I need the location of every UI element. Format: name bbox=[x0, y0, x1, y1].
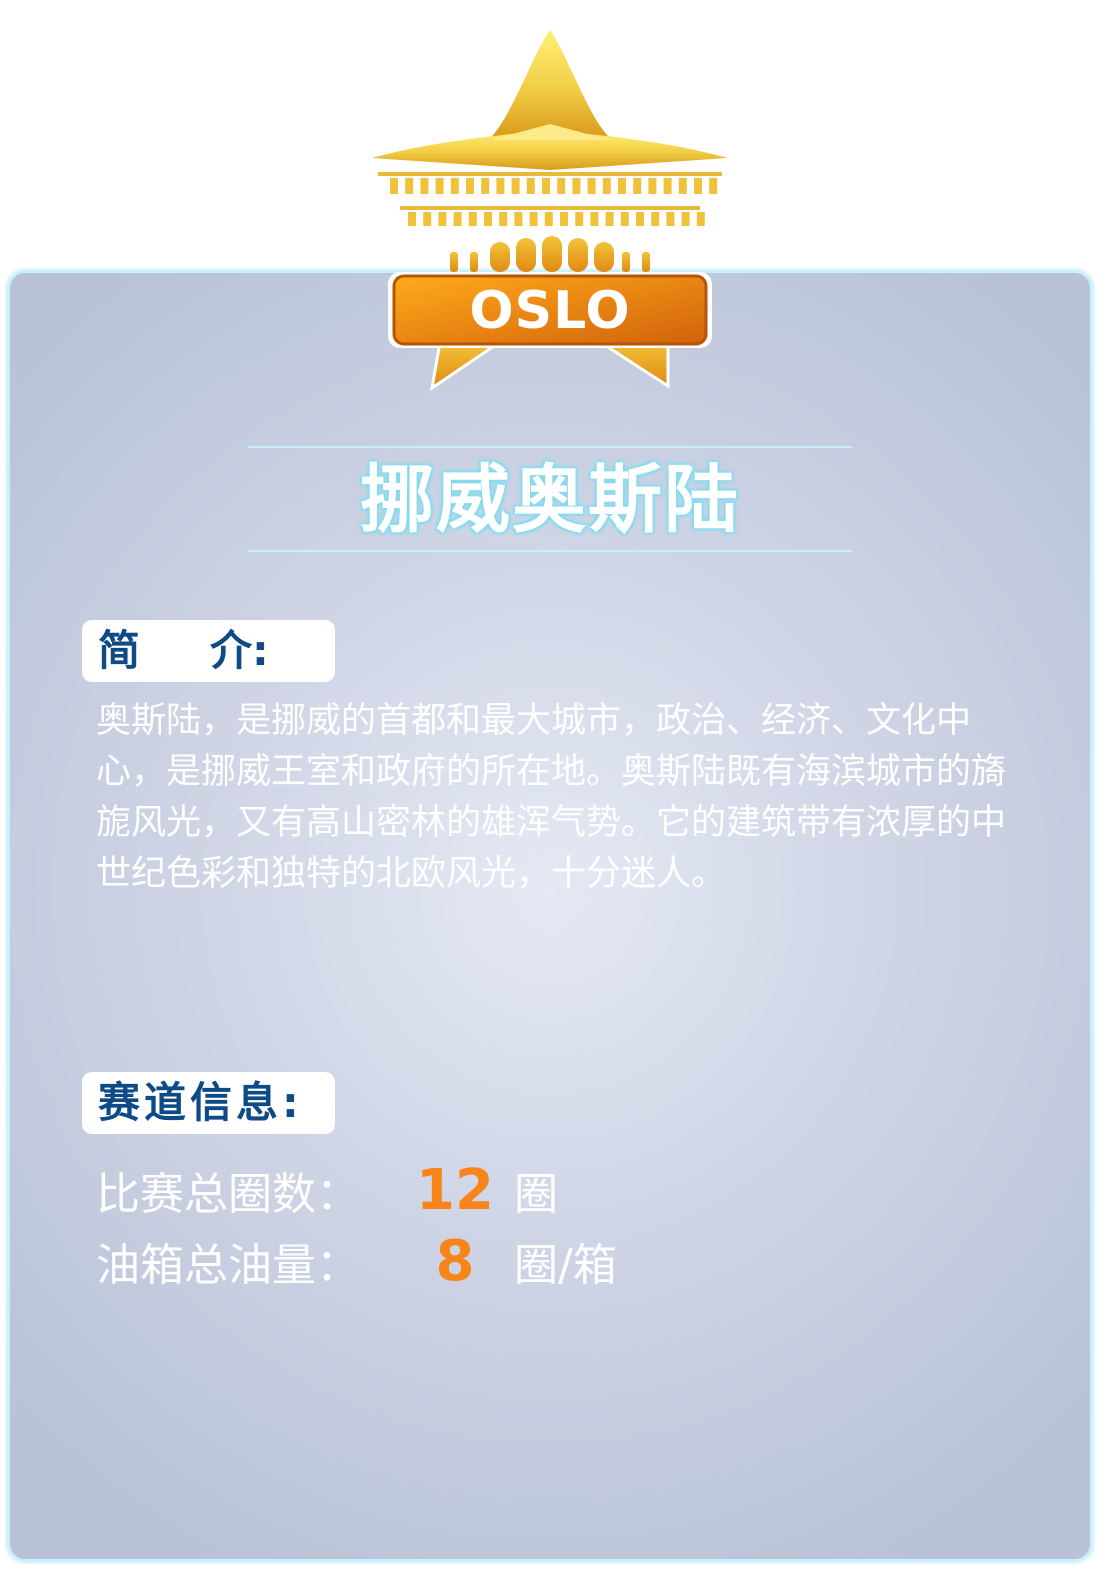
fuel-capacity-value: 8 bbox=[435, 1229, 475, 1294]
track-info-label: 赛道信息: bbox=[82, 1072, 335, 1134]
city-info-card: OSLO 挪威奥斯陆 简介: 奥斯陆，是挪威的首都和最大城市，政治、经济、文化中… bbox=[0, 0, 1110, 1582]
total-laps-label: 比赛总圈数： bbox=[96, 1169, 360, 1220]
intro-description: 奥斯陆，是挪威的首都和最大城市，政治、经济、文化中心，是挪威王室和政府的所在地。… bbox=[96, 701, 1007, 894]
title-divider-top bbox=[248, 446, 852, 448]
intro-label-right: 介: bbox=[210, 626, 269, 675]
fuel-capacity-unit: 圈/箱 bbox=[514, 1240, 617, 1291]
fuel-capacity-label: 油箱总油量： bbox=[96, 1240, 360, 1291]
total-laps-value: 12 bbox=[416, 1158, 494, 1223]
intro-label-left: 简 bbox=[98, 626, 211, 675]
intro-section-label: 简介: bbox=[82, 620, 335, 682]
total-laps-unit: 圈 bbox=[514, 1169, 558, 1220]
city-title: 挪威奥斯陆 bbox=[360, 457, 740, 543]
fuel-capacity-row: 油箱总油量： 8 圈/箱 bbox=[96, 1227, 796, 1297]
city-code-tag: OSLO bbox=[469, 281, 631, 341]
total-laps-row: 比赛总圈数： 12 圈 bbox=[96, 1156, 796, 1226]
title-divider-bottom bbox=[248, 550, 852, 552]
